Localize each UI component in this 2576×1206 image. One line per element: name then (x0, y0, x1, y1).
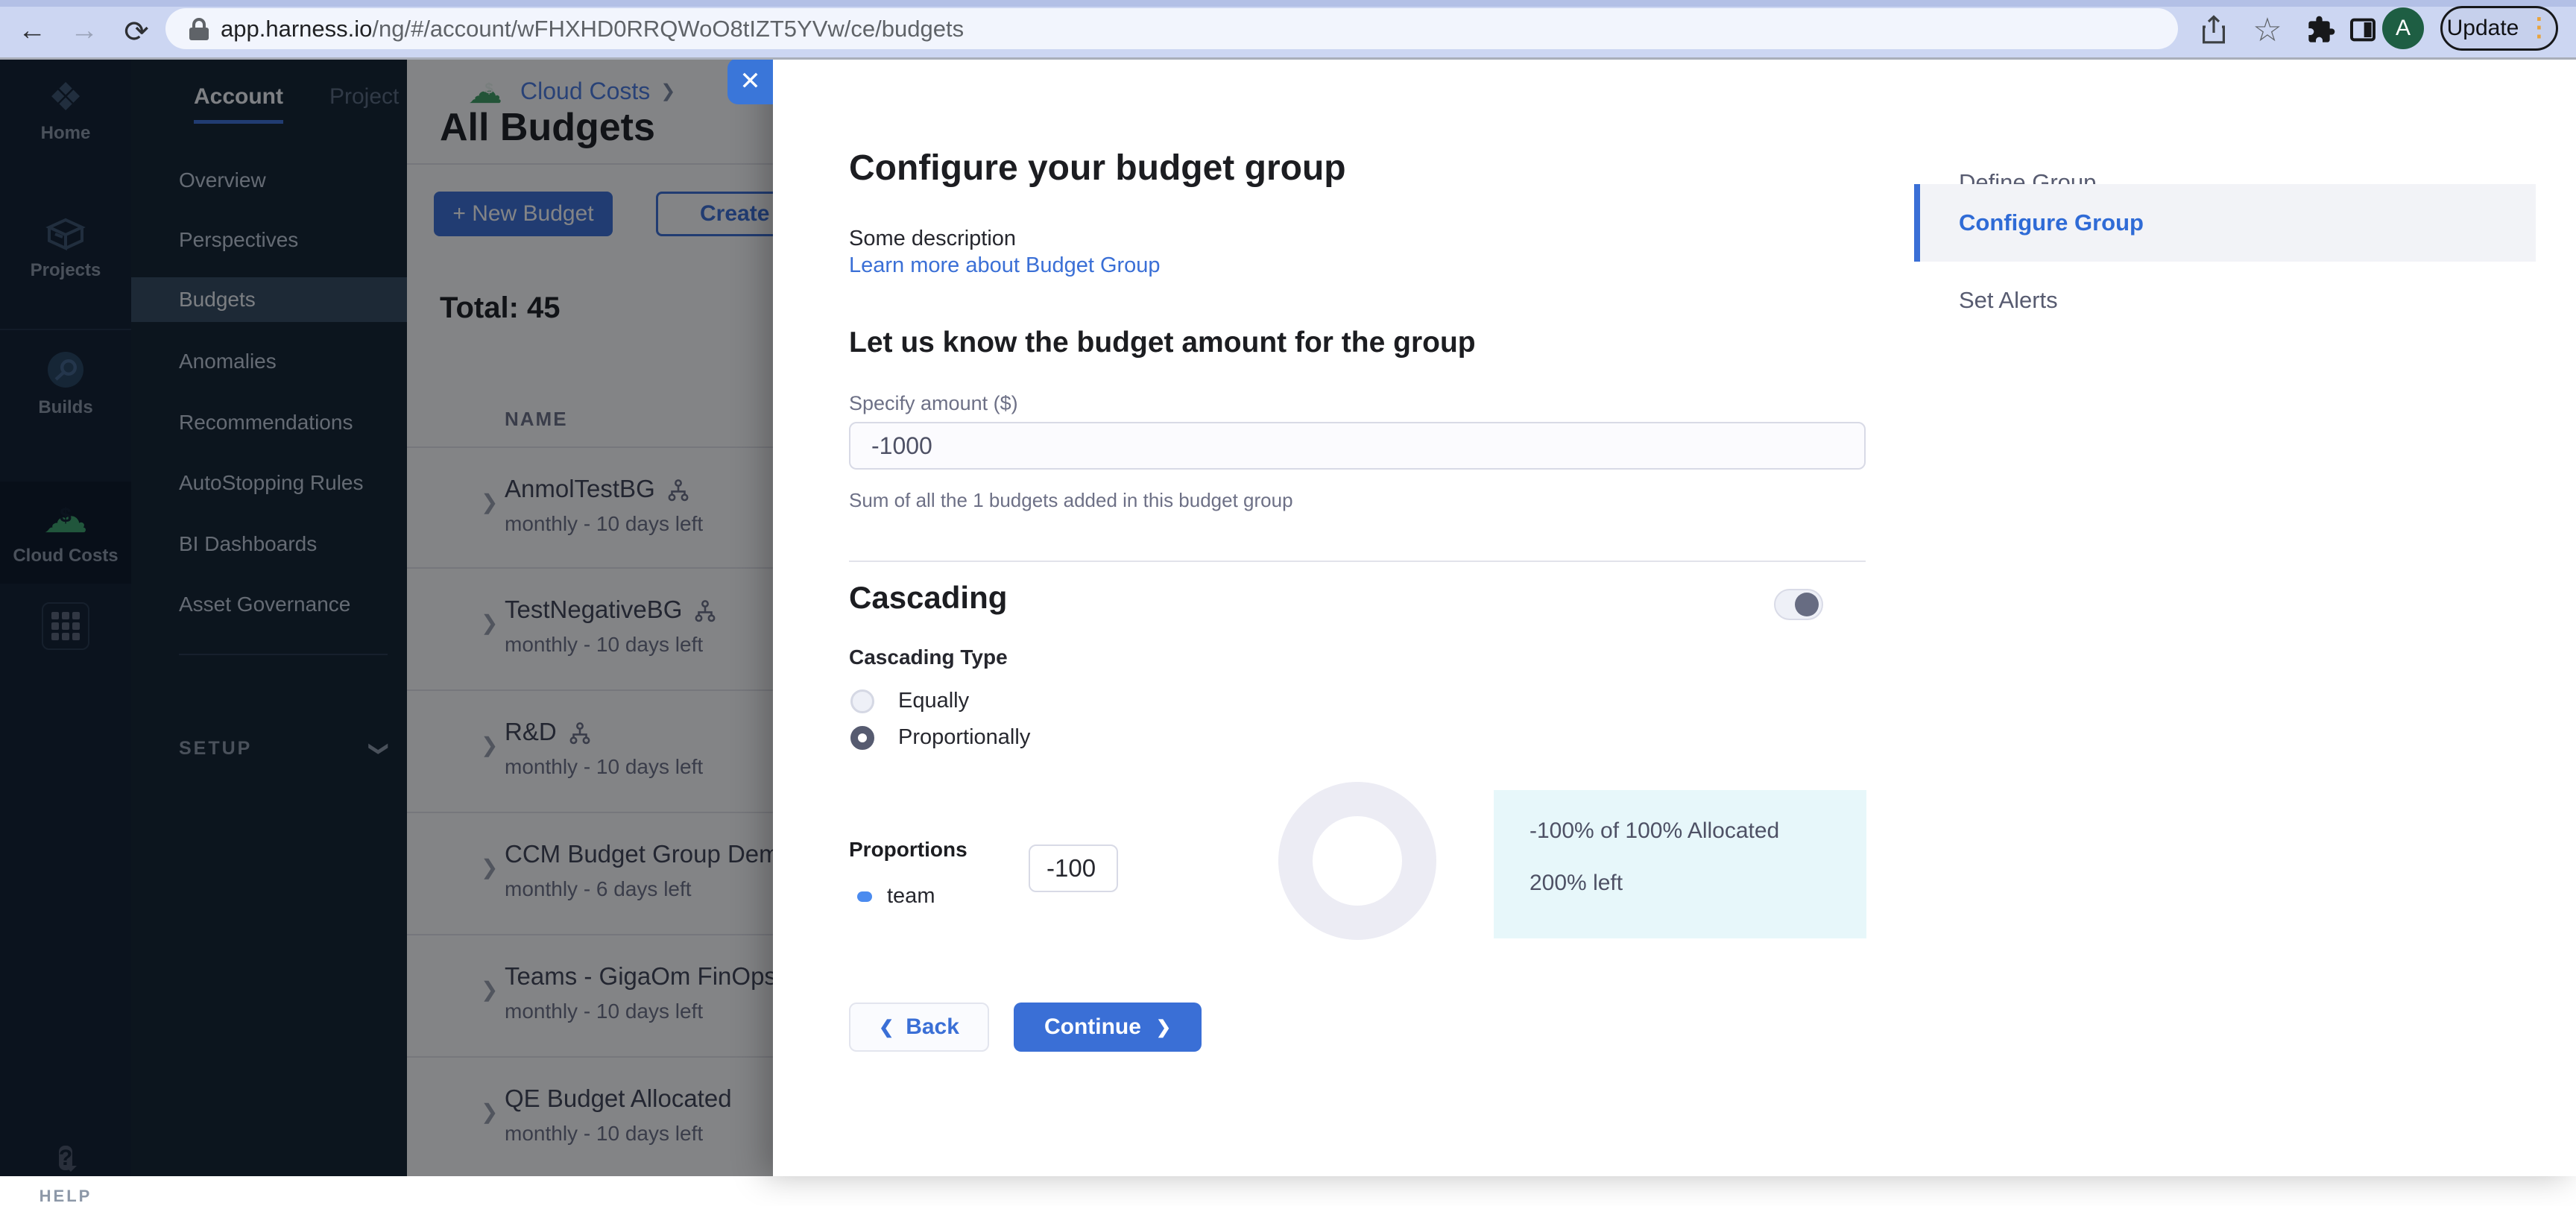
radio-equally-label: Equally (898, 689, 970, 713)
browser-back-icon[interactable]: ← (13, 15, 51, 47)
help-label: HELP (39, 1187, 92, 1205)
allocation-left-line: 200% left (1530, 871, 1623, 895)
overflow-menu-icon: ⋮ (2526, 13, 2552, 42)
modal-title: Configure your budget group (849, 148, 1346, 188)
cascading-type-label: Cascading Type (849, 645, 1008, 669)
allocation-line: -100% of 100% Allocated (1530, 818, 1780, 843)
browser-forward-icon[interactable]: → (66, 15, 103, 47)
share-icon[interactable] (2194, 10, 2233, 49)
browser-refresh-icon[interactable]: ⟳ (118, 15, 155, 49)
back-label: Back (906, 1014, 959, 1039)
continue-button[interactable]: Continue ❯ (1014, 1003, 1202, 1052)
browser-update-button[interactable]: Update ⋮ (2440, 6, 2558, 51)
allocation-summary-panel: -100% of 100% Allocated 200% left (1494, 790, 1866, 938)
url-text: app.harness.io/ng/#/account/wFHXHD0RRQWo… (221, 16, 964, 42)
lock-icon (189, 17, 209, 40)
cascading-toggle[interactable] (1774, 589, 1823, 620)
radio-proportionally-label: Proportionally (898, 725, 1031, 749)
browser-chrome: ← → ⟳ app.harness.io/ng/#/account/wFHXHD… (0, 0, 2576, 57)
team-proportion-input[interactable] (1029, 844, 1118, 892)
toggle-knob-icon (1795, 593, 1819, 616)
team-label: team (887, 884, 935, 908)
side-panel-icon[interactable] (2343, 10, 2382, 49)
radio-unchecked-icon[interactable] (850, 689, 874, 713)
address-bar[interactable]: app.harness.io/ng/#/account/wFHXHD0RRQWo… (165, 8, 2178, 49)
step-configure-group[interactable]: Configure Group (1914, 184, 2536, 262)
chevron-right-icon: ❯ (1155, 1017, 1172, 1038)
step-set-alerts[interactable]: Set Alerts (1914, 262, 2536, 339)
section-divider (849, 561, 1866, 562)
radio-equally[interactable]: Equally (850, 689, 969, 713)
screen: ← → ⟳ app.harness.io/ng/#/account/wFHXHD… (0, 0, 2576, 1205)
radio-checked-icon[interactable] (850, 725, 874, 750)
configure-budget-group-modal: ✕ Configure your budget group Some descr… (727, 58, 2576, 1176)
continue-label: Continue (1044, 1014, 1141, 1039)
allocation-donut-chart (1278, 782, 1436, 940)
profile-avatar[interactable]: A (2382, 7, 2424, 49)
browser-top-strip (0, 0, 2576, 7)
chrome-divider (0, 57, 2576, 60)
extensions-puzzle-icon[interactable] (2302, 10, 2340, 49)
back-button[interactable]: ❮ Back (849, 1003, 989, 1052)
amount-input[interactable] (849, 422, 1866, 470)
url-path: /ng/#/account/wFHXHD0RRQWoO8tIZT5YVw/ce/… (372, 15, 965, 42)
bookmark-star-icon[interactable]: ☆ (2248, 10, 2287, 49)
modal-description: Some description (849, 227, 1017, 250)
chevron-left-icon: ❮ (879, 1017, 894, 1038)
amount-section-title: Let us know the budget amount for the gr… (849, 326, 1476, 359)
update-label: Update (2446, 16, 2519, 40)
learn-more-link[interactable]: Learn more about Budget Group (849, 253, 1161, 278)
cascading-title: Cascading (849, 580, 1008, 615)
radio-proportionally[interactable]: Proportionally (850, 725, 1030, 750)
proportions-label: Proportions (849, 838, 967, 861)
amount-label: Specify amount ($) (849, 392, 1018, 414)
close-icon[interactable]: ✕ (727, 58, 773, 104)
url-domain: app.harness.io (221, 15, 373, 42)
amount-helper-text: Sum of all the 1 budgets added in this b… (849, 489, 1293, 511)
team-color-dot-icon (857, 891, 872, 902)
